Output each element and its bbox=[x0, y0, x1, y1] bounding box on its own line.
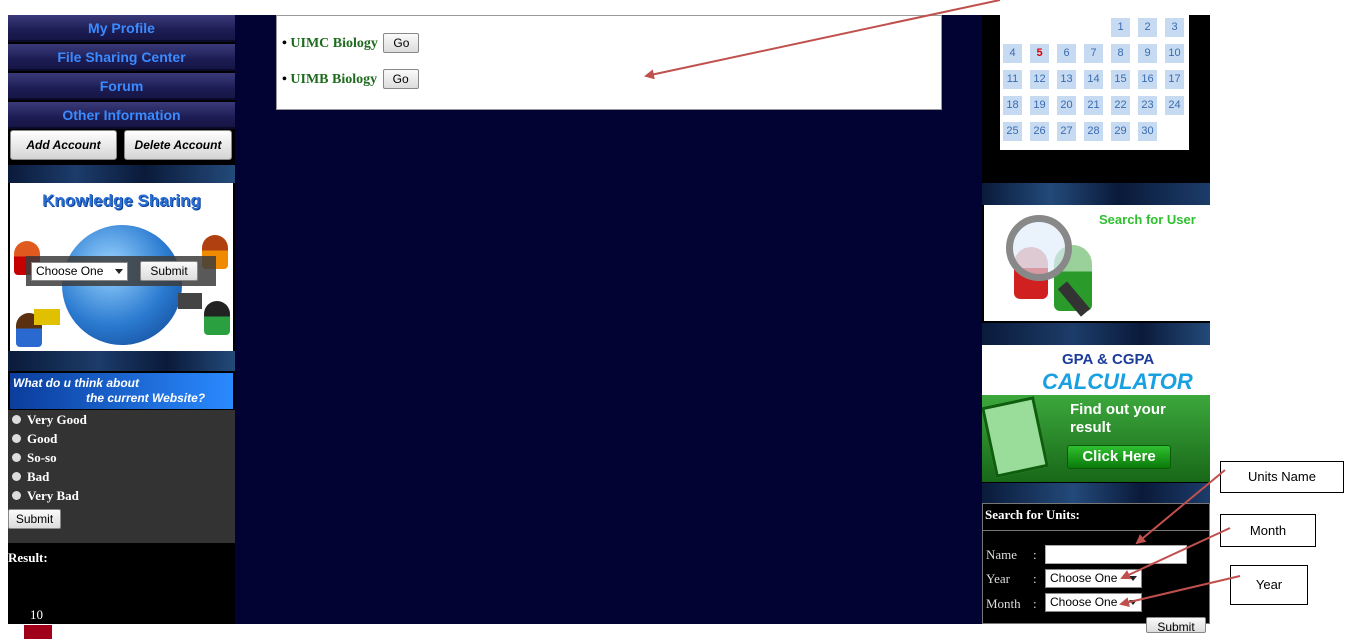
result-bar bbox=[24, 625, 52, 639]
arrow-to-year-select bbox=[1120, 527, 1231, 580]
arrow-to-units bbox=[644, 0, 1001, 80]
annotation-arrows bbox=[644, 0, 1241, 608]
arrow-to-month-select bbox=[1119, 575, 1241, 608]
arrow-to-name-input bbox=[1135, 469, 1226, 545]
